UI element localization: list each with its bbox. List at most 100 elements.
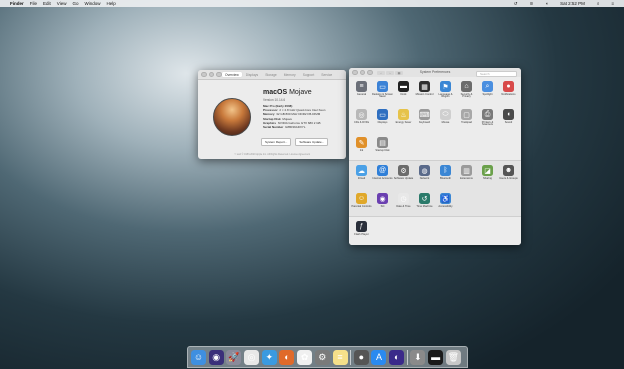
menu-window[interactable]: Window [85,0,101,7]
system-report-button[interactable]: System Report... [261,138,292,146]
pref-pane-label: Ink [359,148,364,152]
pref-pane-security[interactable]: ⌂ Security & Privacy [456,81,477,109]
pref-pane-bluetooth[interactable]: ᛒ Bluetooth [435,165,456,193]
pref-pane-extensions[interactable]: ▥ Extensions [456,165,477,193]
pref-pane-label: Siri [380,204,385,208]
pref-pane-energy[interactable]: ♨ Energy Saver [393,109,414,137]
cds-icon: ◎ [356,109,367,120]
tab-overview[interactable]: Overview [222,72,242,77]
pref-pane-notifications[interactable]: ● Notifications [498,81,519,109]
pref-pane-language[interactable]: ⚑ Language & Region [435,81,456,109]
trackpad-icon: ▢ [461,109,472,120]
pref-pane-trackpad[interactable]: ▢ Trackpad [456,109,477,137]
menu-view[interactable]: View [57,0,67,7]
tab-service[interactable]: Service [318,72,335,77]
menu-file[interactable]: File [30,0,37,7]
tab-memory[interactable]: Memory [281,72,299,77]
menu-help[interactable]: Help [107,0,116,7]
menu-app-name[interactable]: Finder [10,0,24,7]
pref-pane-label: Software Update [393,176,414,180]
spotlight-icon: ⌕ [482,81,493,92]
pref-pane-label: Bluetooth [440,176,451,180]
finder-dock-icon[interactable]: ☺ [191,349,206,365]
desktop-wallpaper [0,0,624,369]
app-store-dock-icon[interactable]: A [371,349,387,365]
bluetooth-icon: ᛒ [440,165,451,176]
terminal-dock-icon[interactable]: ▬ [428,349,444,365]
tab-support[interactable]: Support [300,72,318,77]
disk-utility-dock-icon[interactable]: ● [353,349,369,365]
pref-pane-label: Dock [400,92,407,96]
pref-pane-label: iCloud [357,176,366,180]
dock: ☺ ◉ 🚀 ◎ ✦ ◐ ✿ ⚙ ≡ ● A ◐ ⬇ ▬ 🗑 [187,346,468,368]
pref-pane-cds[interactable]: ◎ CDs & DVDs [351,109,372,137]
software-update-button[interactable]: Software Update... [295,138,329,146]
siri-icon: ◉ [377,193,388,204]
notifications-icon: ● [503,81,514,92]
pref-pane-label: Language & Region [438,92,453,99]
pref-pane-displays[interactable]: ▭ Displays [372,109,393,137]
tab-displays[interactable]: Displays [243,72,261,77]
prefs-search-input[interactable]: Search [476,70,517,77]
pref-pane-users[interactable]: ☻ Users & Groups [498,165,519,193]
pref-pane-general[interactable]: ≡ General [351,81,372,109]
downloads-dock-icon[interactable]: ⬇ [410,349,426,365]
zoom-button[interactable] [216,71,222,78]
spotlight-menu-icon[interactable]: ⌕ [597,0,600,7]
volume-icon[interactable]: ◖ [545,0,548,7]
pref-pane-mission-control[interactable]: ▦ Mission Control [414,81,435,109]
pref-pane-mouse[interactable]: ⬭ Mouse [435,109,456,137]
menu-go[interactable]: Go [72,0,78,7]
pref-pane-keyboard[interactable]: ⌨ Keyboard [414,109,435,137]
pref-pane-sharing[interactable]: ◪ Sharing [477,165,498,193]
launchpad-dock-icon[interactable]: 🚀 [226,349,242,365]
pref-pane-label: Notifications [501,92,516,96]
about-this-mac-window: Overview Displays Storage Memory Support… [198,70,346,159]
dock-separator [350,349,351,365]
photos-dock-icon[interactable]: ✿ [297,349,313,365]
safari-dock-icon[interactable]: ✦ [261,349,277,365]
accessibility-icon: ♿ [440,193,451,204]
os-title-rest: Mojave [289,89,312,96]
sharing-icon: ◪ [482,165,493,176]
menu-edit[interactable]: Edit [43,0,51,7]
wifi-icon[interactable]: ≋ [530,0,534,7]
pref-pane-network[interactable]: ◍ Network [414,165,435,193]
firefox-nightly-dock-icon[interactable]: ◐ [389,349,405,365]
about-tabs: Overview Displays Storage Memory Support… [222,72,336,77]
menu-clock[interactable]: Sat 2:52 PM [560,0,585,7]
pref-pane-software-update[interactable]: ⚙ Software Update [393,165,414,193]
close-button[interactable] [201,71,207,78]
about-titlebar: Overview Displays Storage Memory Support… [198,70,346,80]
pref-pane-flash-player[interactable]: ƒ Flash Player [351,221,372,245]
internet-accounts-icon: @ [377,165,388,176]
pref-pane-icloud[interactable]: ☁ iCloud [351,165,372,193]
energy-icon: ♨ [398,109,409,120]
users-icon: ☻ [503,165,514,176]
pref-pane-label: Sharing [483,176,492,180]
mojave-logo-icon [213,98,251,136]
minimize-button[interactable] [208,71,214,78]
software-update-icon: ⚙ [398,165,409,176]
pref-pane-dock[interactable]: ▬ Dock [393,81,414,109]
siri-dock-icon[interactable]: ◉ [208,349,224,365]
time-machine-icon: ↺ [419,193,430,204]
system-preferences-dock-icon[interactable]: ⚙ [314,349,330,365]
notes-dock-icon[interactable]: ≡ [332,349,348,365]
pref-pane-printer[interactable]: ⎙ Printers & Scanners [477,109,498,137]
pref-pane-internet-accounts[interactable]: @ Internet Accounts [372,165,393,193]
dock-icon: ▬ [398,81,409,92]
pref-pane-desktop[interactable]: ▭ Desktop & Screen Saver [372,81,393,109]
os-version: Version 10.14.6 [263,98,286,102]
chrome-dock-icon[interactable]: ◎ [244,349,260,365]
pref-pane-label: Extensions [460,176,473,180]
pref-pane-sound[interactable]: ◖ Sound [498,109,519,137]
control-menu-icon[interactable]: ≡ [611,0,614,7]
time-machine-menu-icon[interactable]: ↺ [514,0,518,7]
trash-dock-icon[interactable]: 🗑 [445,349,461,365]
tab-storage[interactable]: Storage [262,72,280,77]
pref-pane-label: Internet Accounts [372,176,393,180]
pref-pane-spotlight[interactable]: ⌕ Spotlight [477,81,498,109]
firefox-dock-icon[interactable]: ◐ [279,349,295,365]
menu-bar: Finder File Edit View Go Window Help ↺ ≋… [0,0,624,7]
